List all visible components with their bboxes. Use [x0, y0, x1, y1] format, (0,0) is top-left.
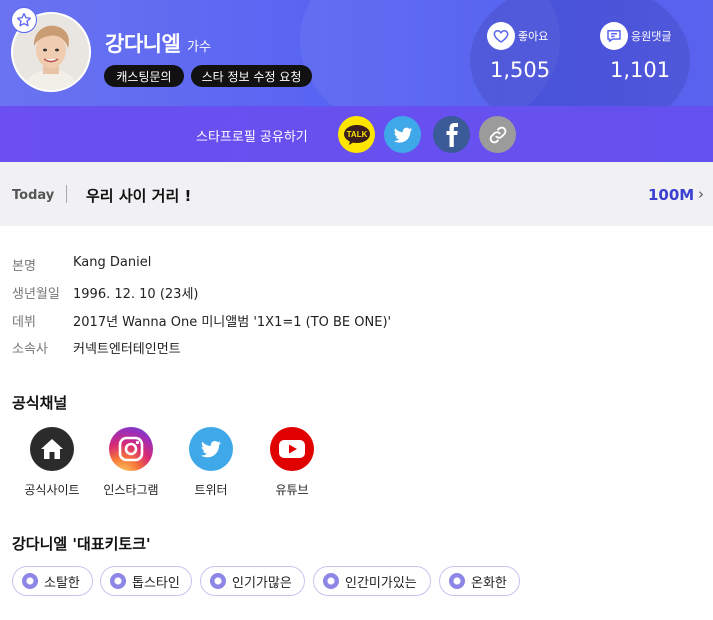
artist-role: 가수: [187, 40, 211, 55]
link-share-button[interactable]: [479, 116, 516, 153]
home-icon: [30, 427, 74, 471]
twitter-icon: [393, 127, 412, 143]
keyword-tag[interactable]: 톱스타인: [100, 566, 192, 596]
tag-dot-icon: [110, 573, 126, 589]
today-banner[interactable]: Today 우리 사이 거리 ! 100M ›: [0, 162, 713, 226]
likes-count: 1,505: [490, 58, 551, 82]
keyword-tag[interactable]: 소탈한: [12, 566, 93, 596]
kakaotalk-icon: TALK: [343, 124, 370, 145]
keyword-label: 소탈한: [44, 575, 80, 591]
header-decoration: [470, 0, 690, 106]
facebook-icon: [446, 122, 458, 147]
youtube-icon: [270, 427, 314, 471]
tag-dot-icon: [210, 573, 226, 589]
tag-dot-icon: [22, 573, 38, 589]
today-label: Today: [12, 188, 55, 203]
channel-label: 트위터: [194, 483, 228, 497]
share-bar: 스타프로필 공유하기 TALK: [0, 106, 713, 162]
tag-dot-icon: [323, 573, 339, 589]
info-key: 소속사: [12, 342, 48, 357]
keyword-label: 온화한: [471, 575, 507, 591]
info-key: 본명: [12, 259, 36, 274]
chevron-right-icon[interactable]: ›: [698, 185, 704, 203]
svg-text:TALK: TALK: [346, 130, 367, 139]
divider: [66, 185, 67, 203]
twitter-icon: [189, 427, 233, 471]
likes-stat[interactable]: 좋아요 1,505: [487, 22, 597, 82]
info-value: Kang Daniel: [73, 255, 152, 270]
info-value: 2017년 Wanna One 미니앨범 '1X1=1 (TO BE ONE)': [73, 315, 392, 330]
favorite-button[interactable]: [11, 7, 37, 33]
facebook-share-button[interactable]: [433, 116, 470, 153]
artist-name: 강다니엘: [105, 32, 181, 56]
instagram-icon: [109, 427, 153, 471]
keywords-title: 강다니엘 '대표키토크': [12, 535, 151, 553]
comment-icon: [600, 22, 628, 50]
channel-label: 공식사이트: [24, 483, 80, 497]
tag-dot-icon: [449, 573, 465, 589]
channel-label: 유튜브: [275, 483, 309, 497]
channels-title: 공식채널: [12, 394, 68, 412]
casting-inquiry-button[interactable]: 캐스팅문의: [104, 65, 184, 87]
star-icon: [17, 13, 31, 27]
heart-icon: [487, 22, 515, 50]
keyword-label: 인간미가있는: [345, 575, 417, 591]
channel-instagram[interactable]: 인스타그램: [95, 427, 167, 498]
profile-header: 강다니엘 가수 캐스팅문의 스타 정보 수정 요청 좋아요 1,505 응원댓글…: [0, 0, 713, 106]
likes-label: 좋아요: [518, 30, 549, 43]
edit-request-button[interactable]: 스타 정보 수정 요청: [191, 65, 312, 87]
comments-stat[interactable]: 응원댓글 1,101: [600, 22, 710, 82]
info-value: 커넥트엔터테인먼트: [73, 342, 181, 357]
kakaotalk-share-button[interactable]: TALK: [338, 116, 375, 153]
channel-label: 인스타그램: [103, 483, 159, 497]
keyword-tag[interactable]: 온화한: [439, 566, 520, 596]
today-text: 우리 사이 거리 !: [86, 187, 192, 205]
keyword-label: 인기가많은: [232, 575, 292, 591]
keyword-label: 톱스타인: [132, 575, 180, 591]
info-value: 1996. 12. 10 (23세): [73, 287, 199, 302]
comments-count: 1,101: [610, 58, 671, 82]
info-key: 데뷔: [12, 315, 36, 330]
keyword-tag[interactable]: 인간미가있는: [313, 566, 431, 596]
share-label: 스타프로필 공유하기: [196, 130, 308, 145]
twitter-share-button[interactable]: [384, 116, 421, 153]
link-icon: [489, 126, 506, 143]
channel-twitter[interactable]: 트위터: [175, 427, 247, 498]
today-count: 100M: [648, 186, 695, 204]
channel-youtube[interactable]: 유튜브: [256, 427, 328, 498]
comments-label: 응원댓글: [631, 30, 672, 43]
keyword-tag[interactable]: 인기가많은: [200, 566, 305, 596]
channel-official-site[interactable]: 공식사이트: [16, 427, 88, 498]
info-key: 생년월일: [12, 287, 60, 302]
